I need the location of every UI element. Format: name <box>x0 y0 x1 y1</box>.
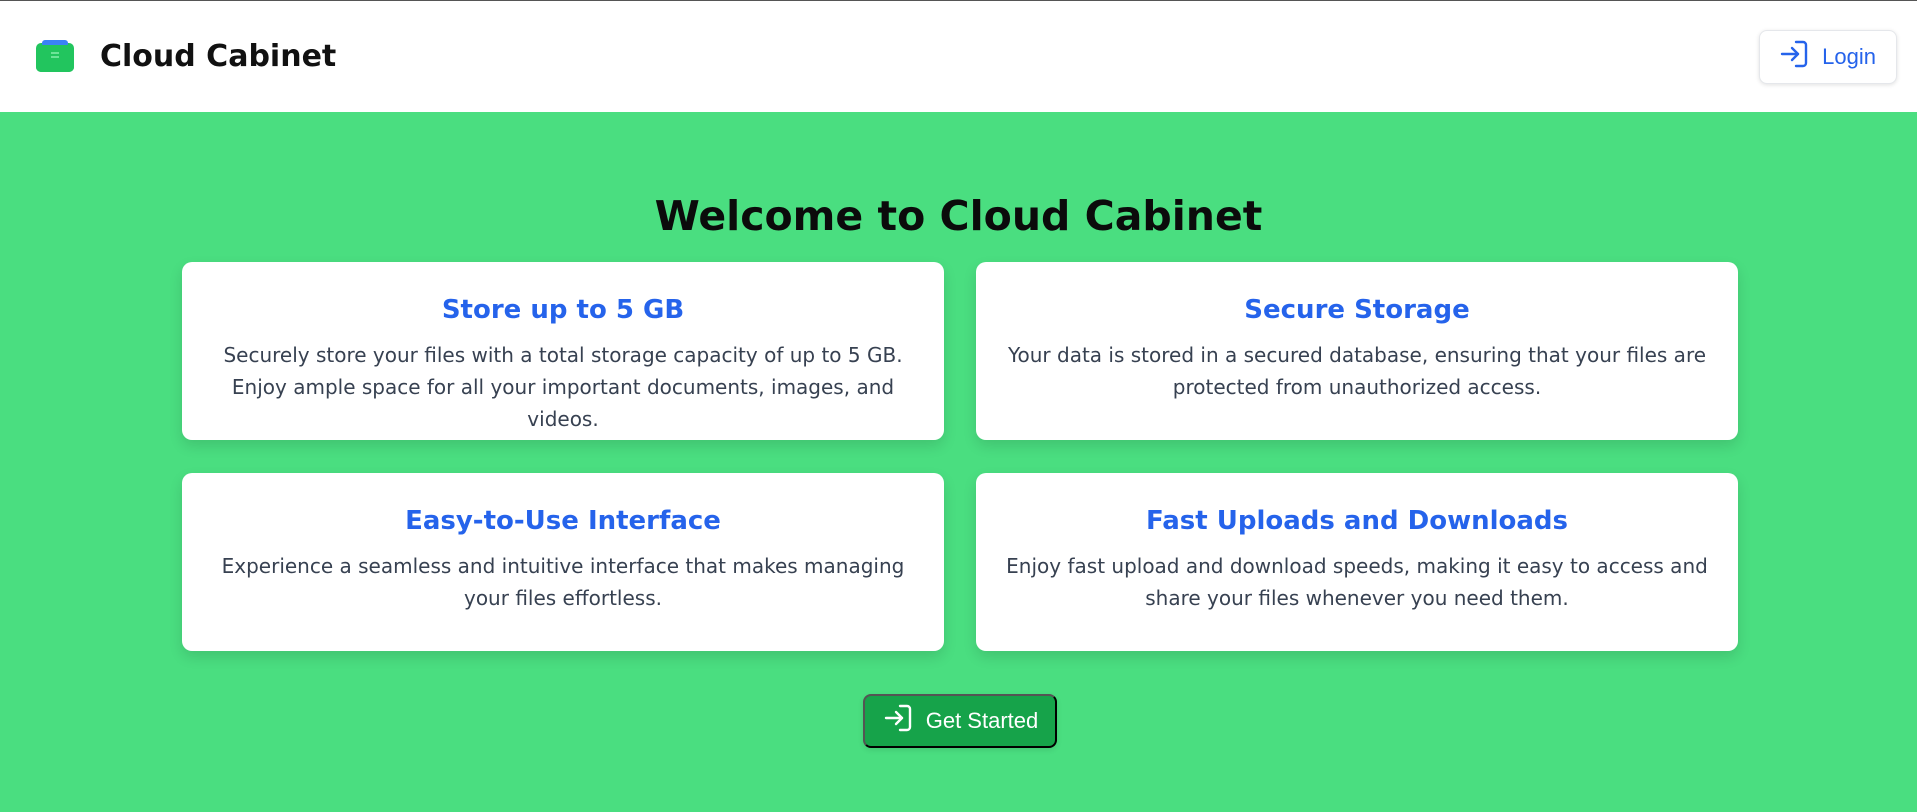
sign-in-icon <box>882 702 914 740</box>
app-title: Cloud Cabinet <box>100 39 337 74</box>
feature-card-interface: Easy-to-Use Interface Experience a seaml… <box>182 473 944 651</box>
feature-title: Store up to 5 GB <box>441 295 685 325</box>
get-started-button[interactable]: Get Started <box>863 694 1057 748</box>
cabinet-icon <box>34 39 76 74</box>
feature-title: Easy-to-Use Interface <box>405 506 721 536</box>
feature-description: Securely store your files with a total s… <box>223 343 903 431</box>
sign-in-icon <box>1778 38 1810 76</box>
login-button[interactable]: Login <box>1759 29 1897 84</box>
feature-title: Secure Storage <box>1244 295 1470 325</box>
get-started-label: Get Started <box>925 708 1039 733</box>
login-button-label: Login <box>1822 43 1876 69</box>
feature-description: Your data is stored in a secured databas… <box>1007 343 1707 399</box>
feature-description: Enjoy fast upload and download speeds, m… <box>1006 554 1708 610</box>
feature-card-security: Secure Storage Your data is stored in a … <box>976 262 1738 440</box>
landing-main: Welcome to Cloud Cabinet Store up to 5 G… <box>0 112 1917 812</box>
feature-card-speed: Fast Uploads and Downloads Enjoy fast up… <box>976 473 1738 651</box>
feature-card-storage: Store up to 5 GB Securely store your fil… <box>182 262 944 440</box>
brand[interactable]: Cloud Cabinet <box>34 39 336 74</box>
feature-title: Fast Uploads and Downloads <box>1145 506 1569 536</box>
welcome-title: Welcome to Cloud Cabinet <box>654 192 1263 240</box>
feature-description: Experience a seamless and intuitive inte… <box>221 554 905 610</box>
top-navbar: Cloud Cabinet Login <box>0 0 1917 112</box>
